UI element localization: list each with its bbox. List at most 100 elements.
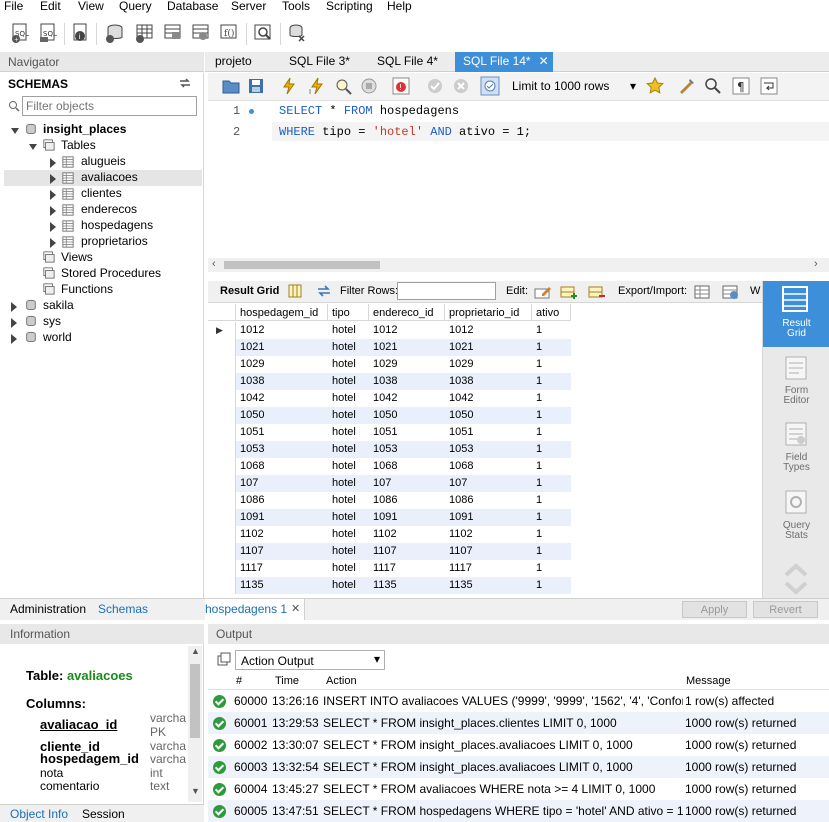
row-selector[interactable] bbox=[208, 560, 236, 577]
invisible-chars-icon[interactable]: ¶ bbox=[732, 77, 750, 95]
grid-cell[interactable]: 1042 bbox=[369, 390, 445, 407]
grid-cell[interactable]: 107 bbox=[445, 475, 532, 492]
column-header[interactable]: proprietario_id bbox=[445, 304, 532, 321]
copy-icon[interactable] bbox=[217, 652, 231, 666]
grid-cell[interactable]: hotel bbox=[328, 441, 369, 458]
grid-cell[interactable]: 1135 bbox=[445, 577, 532, 594]
grid-cell[interactable]: hotel bbox=[328, 560, 369, 577]
refresh-results-icon[interactable] bbox=[316, 284, 332, 298]
grid-cell[interactable]: hotel bbox=[328, 458, 369, 475]
expand-arrow-icon[interactable] bbox=[47, 173, 61, 185]
grid-cell[interactable]: 1 bbox=[532, 390, 571, 407]
output-cell[interactable]: SELECT * FROM avaliacoes WHERE nota >= 4… bbox=[323, 782, 683, 796]
form-editor-button[interactable]: Form Editor bbox=[763, 351, 829, 411]
views-node[interactable]: Views bbox=[61, 250, 93, 264]
table-item[interactable]: proprietarios bbox=[81, 234, 148, 248]
row-selector[interactable] bbox=[208, 509, 236, 526]
row-selector[interactable] bbox=[208, 526, 236, 543]
result-tab[interactable]: hospedagens 1 ✕ bbox=[205, 599, 305, 620]
column-header[interactable]: tipo bbox=[328, 304, 369, 321]
grid-cell[interactable]: hotel bbox=[328, 322, 369, 339]
menu-edit[interactable]: Edit bbox=[40, 0, 61, 13]
reconnect-icon[interactable] bbox=[286, 22, 308, 44]
expand-arrow-icon[interactable] bbox=[47, 237, 61, 249]
scroll-left-icon[interactable]: ‹ bbox=[212, 258, 216, 270]
result-grid-label[interactable]: Result Grid bbox=[220, 285, 279, 297]
grid-cell[interactable]: hotel bbox=[328, 424, 369, 441]
grid-cell[interactable]: 1042 bbox=[236, 390, 328, 407]
grid-cell[interactable]: 1051 bbox=[369, 424, 445, 441]
revert-button[interactable]: Revert bbox=[753, 601, 818, 618]
export-icon[interactable] bbox=[694, 284, 712, 300]
collapse-arrow-icon[interactable] bbox=[26, 141, 40, 153]
grid-cell[interactable]: 1068 bbox=[369, 458, 445, 475]
tab-sql-file-4[interactable]: SQL File 4* bbox=[377, 52, 438, 72]
output-cell[interactable]: INSERT INTO avaliacoes VALUES ('9999', '… bbox=[323, 694, 683, 708]
menu-tools[interactable]: Tools bbox=[282, 0, 310, 13]
scroll-down-icon[interactable]: ▼ bbox=[191, 786, 200, 796]
expand-arrow-icon[interactable] bbox=[47, 205, 61, 217]
open-folder-icon[interactable] bbox=[222, 78, 240, 94]
grid-cell[interactable]: 1102 bbox=[369, 526, 445, 543]
scrollbar-thumb[interactable] bbox=[224, 261, 380, 269]
row-selector[interactable] bbox=[208, 543, 236, 560]
save-icon[interactable] bbox=[248, 78, 264, 94]
expand-arrow-icon[interactable] bbox=[8, 317, 22, 329]
create-table-icon[interactable] bbox=[134, 22, 156, 44]
tab-schemas[interactable]: Schemas bbox=[98, 602, 148, 616]
output-cell[interactable]: 60004 bbox=[234, 782, 272, 796]
grid-cell[interactable]: 1050 bbox=[369, 407, 445, 424]
grid-cell[interactable]: 1 bbox=[532, 356, 571, 373]
grid-cell[interactable]: 1051 bbox=[445, 424, 532, 441]
edit-row-icon[interactable] bbox=[534, 284, 552, 300]
beautify-icon[interactable] bbox=[678, 77, 696, 95]
explain-icon[interactable] bbox=[334, 77, 352, 95]
grid-cell[interactable]: 1029 bbox=[236, 356, 328, 373]
search-table-data-icon[interactable] bbox=[252, 22, 274, 44]
grid-cell[interactable]: 1053 bbox=[236, 441, 328, 458]
editor-horizontal-scrollbar[interactable]: ‹ › bbox=[208, 258, 829, 272]
grid-cell[interactable]: hotel bbox=[328, 509, 369, 526]
stop-icon[interactable] bbox=[360, 77, 378, 95]
output-cell[interactable]: SELECT * FROM insight_places.clientes LI… bbox=[323, 716, 683, 730]
add-snippet-star-icon[interactable] bbox=[646, 77, 664, 95]
word-wrap-icon[interactable] bbox=[760, 77, 778, 95]
grid-cell[interactable]: 1068 bbox=[236, 458, 328, 475]
grid-cell[interactable]: 1091 bbox=[236, 509, 328, 526]
grid-cell[interactable]: 1029 bbox=[369, 356, 445, 373]
output-cell[interactable]: 13:30:07 bbox=[272, 738, 322, 752]
output-cell[interactable]: SELECT * FROM insight_places.avaliacoes … bbox=[323, 738, 683, 752]
grid-cell[interactable]: 1086 bbox=[369, 492, 445, 509]
grid-cell[interactable]: 107 bbox=[369, 475, 445, 492]
insert-row-icon[interactable] bbox=[560, 284, 578, 300]
grid-cell[interactable]: 1 bbox=[532, 407, 571, 424]
scroll-up-icon[interactable]: ▲ bbox=[191, 646, 200, 656]
output-cell[interactable]: 60005 bbox=[234, 804, 272, 818]
grid-cell[interactable]: 1117 bbox=[445, 560, 532, 577]
row-selector[interactable] bbox=[208, 373, 236, 390]
table-item[interactable]: alugueis bbox=[81, 154, 126, 168]
row-selector[interactable] bbox=[208, 577, 236, 594]
apply-button[interactable]: Apply bbox=[682, 601, 747, 618]
grid-cell[interactable]: 1038 bbox=[445, 373, 532, 390]
menu-help[interactable]: Help bbox=[387, 0, 412, 13]
new-sql-tab-icon[interactable]: SQL+ bbox=[10, 22, 32, 44]
expand-arrow-icon[interactable] bbox=[47, 189, 61, 201]
grid-cell[interactable]: 107 bbox=[236, 475, 328, 492]
collapse-arrow-icon[interactable] bbox=[8, 125, 22, 137]
import-icon[interactable] bbox=[722, 284, 740, 300]
grid-cell[interactable]: 1012 bbox=[445, 322, 532, 339]
grid-cell[interactable]: 1 bbox=[532, 441, 571, 458]
inspector-icon[interactable]: i bbox=[70, 22, 92, 44]
delete-row-icon[interactable] bbox=[588, 284, 606, 300]
grid-cell[interactable]: 1107 bbox=[369, 543, 445, 560]
row-selector[interactable] bbox=[208, 407, 236, 424]
limit-rows-select[interactable]: Limit to 1000 rows ▾ bbox=[512, 79, 636, 96]
execute-icon[interactable] bbox=[280, 77, 298, 95]
rollback-icon[interactable] bbox=[452, 77, 470, 95]
grid-cell[interactable]: 1029 bbox=[445, 356, 532, 373]
output-cell[interactable]: 1000 row(s) returned bbox=[685, 782, 829, 796]
auto-commit-icon[interactable] bbox=[480, 76, 500, 96]
grid-cell[interactable]: 1042 bbox=[445, 390, 532, 407]
output-cell[interactable]: 60002 bbox=[234, 738, 272, 752]
